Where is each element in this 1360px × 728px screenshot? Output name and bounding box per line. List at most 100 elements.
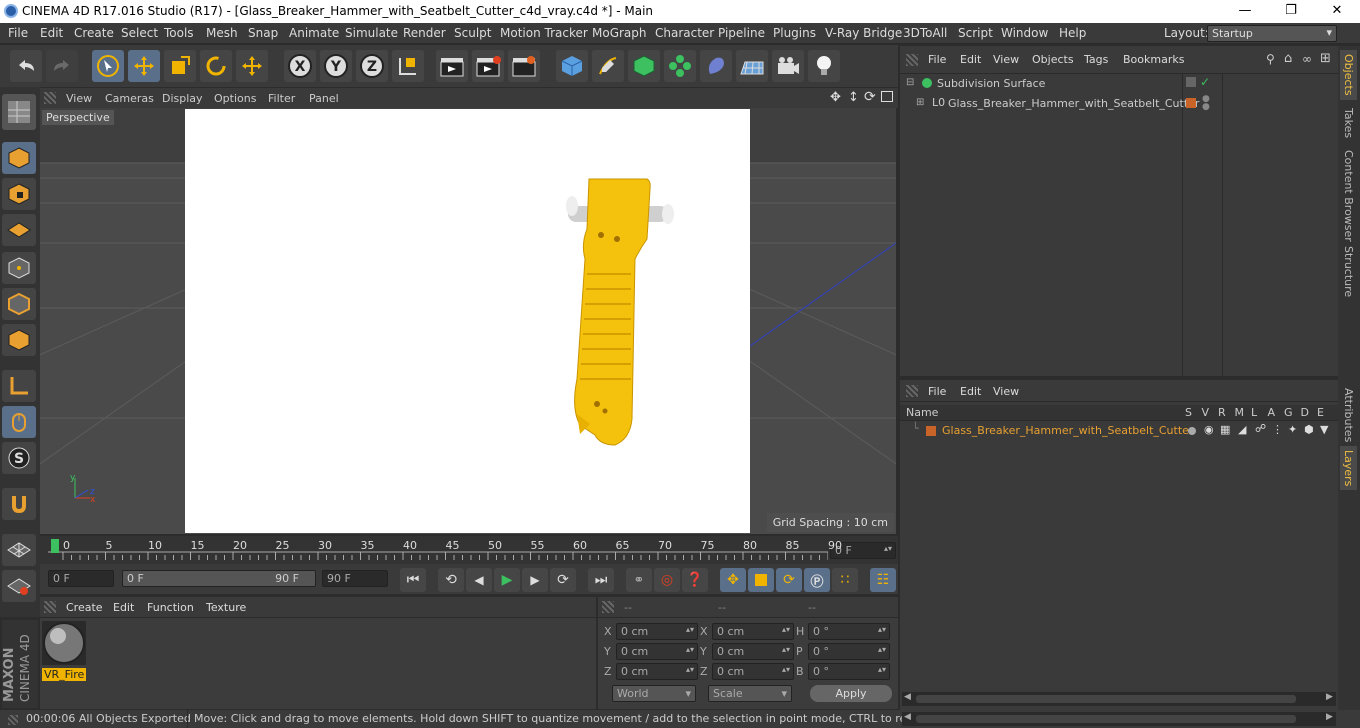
coord-value-field[interactable]: 0 ° ▴▾ <box>808 643 890 660</box>
next-key-button[interactable]: ⟳ <box>550 568 576 592</box>
material-menu-create[interactable]: Create <box>66 601 103 614</box>
layer-col-g[interactable]: G <box>1284 406 1293 419</box>
link-icon[interactable]: ∞ <box>1302 52 1312 66</box>
auto-keying-button[interactable]: ◎ <box>654 568 680 592</box>
object-row-hammer[interactable]: ⊞ L0 Glass_Breaker_Hammer_with_Seatbelt_… <box>900 95 1338 113</box>
prev-key-button[interactable]: ⟲ <box>438 568 464 592</box>
material-swatch-vr-fire[interactable]: VR_Fire <box>42 621 86 681</box>
menu-vray-bridge[interactable]: V-Ray Bridge <box>825 26 902 40</box>
layer-col-m[interactable]: M <box>1235 406 1245 419</box>
rotate-tool-button[interactable] <box>200 50 232 82</box>
menu-edit[interactable]: Edit <box>40 26 63 40</box>
scroll-thumb[interactable] <box>916 715 1296 723</box>
points-mode-button[interactable] <box>2 252 36 284</box>
scroll-right-icon[interactable]: ▶ <box>1326 712 1333 722</box>
status-scrollbar[interactable]: ◀ ▶ <box>902 712 1336 726</box>
prev-frame-button[interactable]: ◀ <box>466 568 492 592</box>
scale-tool-button[interactable] <box>164 50 196 82</box>
stepper-icon[interactable]: ▴▾ <box>686 645 694 654</box>
search-icon[interactable]: ⚲ <box>1266 52 1275 66</box>
playhead-marker[interactable] <box>51 539 59 553</box>
viewport-menu-cameras[interactable]: Cameras <box>105 92 154 105</box>
menu-file[interactable]: File <box>8 26 28 40</box>
scroll-right-icon[interactable]: ▶ <box>1326 692 1333 702</box>
object-menu-view[interactable]: View <box>993 53 1019 66</box>
tab-structure[interactable]: Structure <box>1340 242 1357 301</box>
tab-content-browser[interactable]: Content Browser <box>1340 146 1357 246</box>
menu-create[interactable]: Create <box>74 26 114 40</box>
subdivision-surface-button[interactable] <box>628 50 660 82</box>
coord-value-field[interactable]: 0 cm ▴▾ <box>712 643 794 660</box>
menu-sculpt[interactable]: Sculpt <box>454 26 491 40</box>
layer-col-a[interactable]: A <box>1268 406 1276 419</box>
menu-simulate[interactable]: Simulate <box>345 26 398 40</box>
tree-expand-icon[interactable]: ⊞ <box>916 97 924 108</box>
tab-takes[interactable]: Takes <box>1340 104 1357 142</box>
render-view-button[interactable] <box>436 50 468 82</box>
pan-icon[interactable]: ✥ <box>830 90 841 105</box>
object-menu-bookmarks[interactable]: Bookmarks <box>1123 53 1184 66</box>
home-icon[interactable]: ⌂ <box>1284 51 1292 66</box>
go-to-start-button[interactable]: ⏮ <box>400 568 426 592</box>
render-clapper-icon[interactable]: ▦ <box>1220 423 1230 436</box>
menu-3dtoall[interactable]: 3DToAll <box>903 26 947 40</box>
layer-col-s[interactable]: S <box>1185 406 1192 419</box>
menu-animate[interactable]: Animate <box>289 26 339 40</box>
apply-button[interactable]: Apply <box>810 685 892 702</box>
go-to-end-button[interactable]: ⏭ <box>588 568 614 592</box>
menu-mesh[interactable]: Mesh <box>206 26 238 40</box>
minimize-button[interactable]: — <box>1222 0 1268 22</box>
edges-mode-button[interactable] <box>2 288 36 320</box>
tree-collapse-icon[interactable]: ⊟ <box>906 77 914 88</box>
lock-icon[interactable]: ☍ <box>1255 422 1266 435</box>
zoom-icon[interactable]: ↕ <box>848 90 859 105</box>
stepper-icon[interactable]: ▴▾ <box>782 645 790 654</box>
scroll-thumb[interactable] <box>916 695 1296 703</box>
menu-window[interactable]: Window <box>1001 26 1048 40</box>
stepper-icon[interactable]: ▴▾ <box>878 645 886 654</box>
workplane-lock-button[interactable] <box>2 534 36 566</box>
object-menu-objects[interactable]: Objects <box>1032 53 1074 66</box>
new-panel-icon[interactable]: ⊞ <box>1320 51 1331 66</box>
recent-tool-button[interactable] <box>236 50 268 82</box>
object-menu-edit[interactable]: Edit <box>960 53 981 66</box>
layer-menu-file[interactable]: File <box>928 385 946 398</box>
layer-col-v[interactable]: V <box>1202 406 1210 419</box>
live-selection-button[interactable] <box>92 50 124 82</box>
keyframe-selection-button[interactable]: ❓ <box>682 568 708 592</box>
key-parameter-button[interactable]: Ⓟ <box>804 568 830 592</box>
tab-objects[interactable]: Objects <box>1340 50 1357 100</box>
expression-icon[interactable]: ▼ <box>1320 423 1328 436</box>
menu-plugins[interactable]: Plugins <box>773 26 816 40</box>
layer-col-e[interactable]: E <box>1317 406 1324 419</box>
object-row-subdivision[interactable]: ⊟ Subdivision Surface ✓ <box>900 75 1338 93</box>
play-button[interactable]: ▶ <box>494 568 520 592</box>
3d-viewport[interactable]: y x z Perspective Grid Spacing : 10 cm <box>40 108 896 534</box>
polygons-mode-button[interactable] <box>2 324 36 356</box>
object-menu-file[interactable]: File <box>928 53 946 66</box>
layer-color-swatch[interactable] <box>926 426 936 436</box>
start-frame-field[interactable]: 0 F <box>48 570 114 587</box>
menu-select[interactable]: Select <box>121 26 158 40</box>
coord-value-field[interactable]: 0 cm ▴▾ <box>616 623 698 640</box>
light-button[interactable] <box>808 50 840 82</box>
viewport-camera-label[interactable]: Perspective <box>42 110 114 125</box>
object-menu-tags[interactable]: Tags <box>1084 53 1108 66</box>
coord-space-dropdown[interactable]: World ▾ <box>612 685 696 702</box>
menu-motion-tracker[interactable]: Motion Tracker <box>500 26 588 40</box>
menu-tools[interactable]: Tools <box>164 26 194 40</box>
scroll-left-icon[interactable]: ◀ <box>904 692 911 702</box>
viewport-menu-display[interactable]: Display <box>162 92 203 105</box>
manager-icon[interactable]: ◢ <box>1238 423 1246 436</box>
stepper-icon[interactable]: ▴▾ <box>782 625 790 634</box>
menu-help[interactable]: Help <box>1059 26 1086 40</box>
coord-value-field[interactable]: 0 cm ▴▾ <box>616 663 698 680</box>
orbit-icon[interactable]: ⟳ <box>864 89 876 105</box>
coord-value-field[interactable]: 0 cm ▴▾ <box>712 663 794 680</box>
viewport-menu-filter[interactable]: Filter <box>268 92 295 105</box>
menu-mograph[interactable]: MoGraph <box>592 26 647 40</box>
next-frame-button[interactable]: ▶ <box>522 568 548 592</box>
undo-button[interactable] <box>10 50 42 82</box>
key-rotation-button[interactable]: ⟳ <box>776 568 802 592</box>
enabled-check-icon[interactable]: ✓ <box>1200 75 1210 89</box>
